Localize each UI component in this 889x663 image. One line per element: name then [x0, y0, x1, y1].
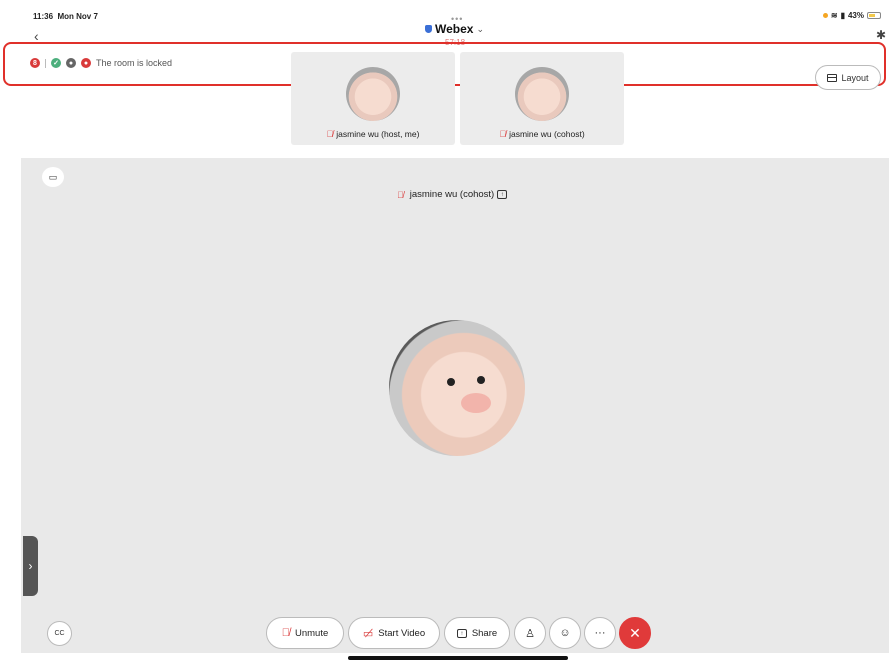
captions-icon[interactable]: CC — [47, 621, 72, 646]
home-indicator[interactable] — [348, 656, 568, 660]
bluetooth-icon[interactable]: ✱ — [876, 28, 886, 42]
participant-name: jasmine wu (host, me) — [336, 129, 420, 139]
chevron-down-icon: ⌄ — [476, 23, 485, 34]
avatar-snout — [461, 393, 491, 413]
participant-thumbnail[interactable]: 🎙̸ jasmine wu (host, me) — [291, 52, 455, 145]
active-speaker-avatar — [389, 320, 525, 456]
reactions-icon: ☺ — [559, 627, 571, 639]
avatar-eye — [477, 376, 485, 384]
security-shield-icon — [425, 25, 432, 33]
pip-icon[interactable]: ▭ — [42, 167, 64, 187]
layout-button[interactable]: Layout — [815, 65, 881, 90]
participant-thumbnail[interactable]: 🎙̸ jasmine wu (cohost) — [460, 52, 624, 145]
mic-muted-icon: 🎙̸ — [326, 129, 334, 139]
stage-participant-name: jasmine wu (cohost) — [409, 189, 495, 200]
share-icon: ↑ — [497, 190, 508, 199]
unmute-button[interactable]: 🎙̸ Unmute — [266, 617, 344, 649]
mic-active-indicator-icon — [822, 13, 828, 18]
participant-name: jasmine wu (cohost) — [509, 129, 585, 139]
mic-muted-icon: 🎙̸ — [397, 189, 404, 200]
end-call-button[interactable]: ✕ — [619, 617, 651, 649]
start-video-button[interactable]: ▭̸ Start Video — [348, 617, 440, 649]
battery-icon — [867, 12, 881, 19]
stage-participant-label: 🎙̸ jasmine wu (cohost) ↑ — [397, 189, 508, 200]
mic-muted-icon: 🎙̸ — [499, 129, 507, 139]
avatar-eye — [447, 378, 455, 386]
more-icon: ··· — [594, 627, 606, 639]
avatar — [515, 67, 569, 121]
video-off-icon: ▭̸ — [362, 627, 374, 640]
side-panel-handle[interactable]: › — [23, 536, 38, 596]
share-button[interactable]: ↑ Share — [444, 617, 510, 649]
meeting-title[interactable]: Webex ⌄ — [425, 22, 484, 36]
reactions-button[interactable]: ☺ — [549, 617, 581, 649]
status-time: 11:36 Mon Nov 7 — [33, 12, 98, 21]
end-call-icon: ✕ — [629, 624, 641, 641]
layout-icon — [827, 73, 838, 82]
avatar — [346, 67, 400, 121]
battery-percent: 43% — [847, 11, 864, 20]
more-button[interactable]: ··· — [584, 617, 616, 649]
participants-button[interactable]: ♙ — [514, 617, 546, 649]
wifi-icon: ≋ — [830, 11, 838, 20]
status-right: ≋ ▮ 43% — [822, 11, 881, 20]
lock-rotation-icon: ▮ — [840, 11, 845, 20]
mic-muted-icon: 🎙̸ — [281, 627, 290, 639]
participants-icon: ♙ — [525, 627, 535, 640]
share-icon: ↑ — [456, 628, 467, 638]
status-bar: 11:36 Mon Nov 7 ≋ ▮ 43% — [0, 0, 889, 24]
